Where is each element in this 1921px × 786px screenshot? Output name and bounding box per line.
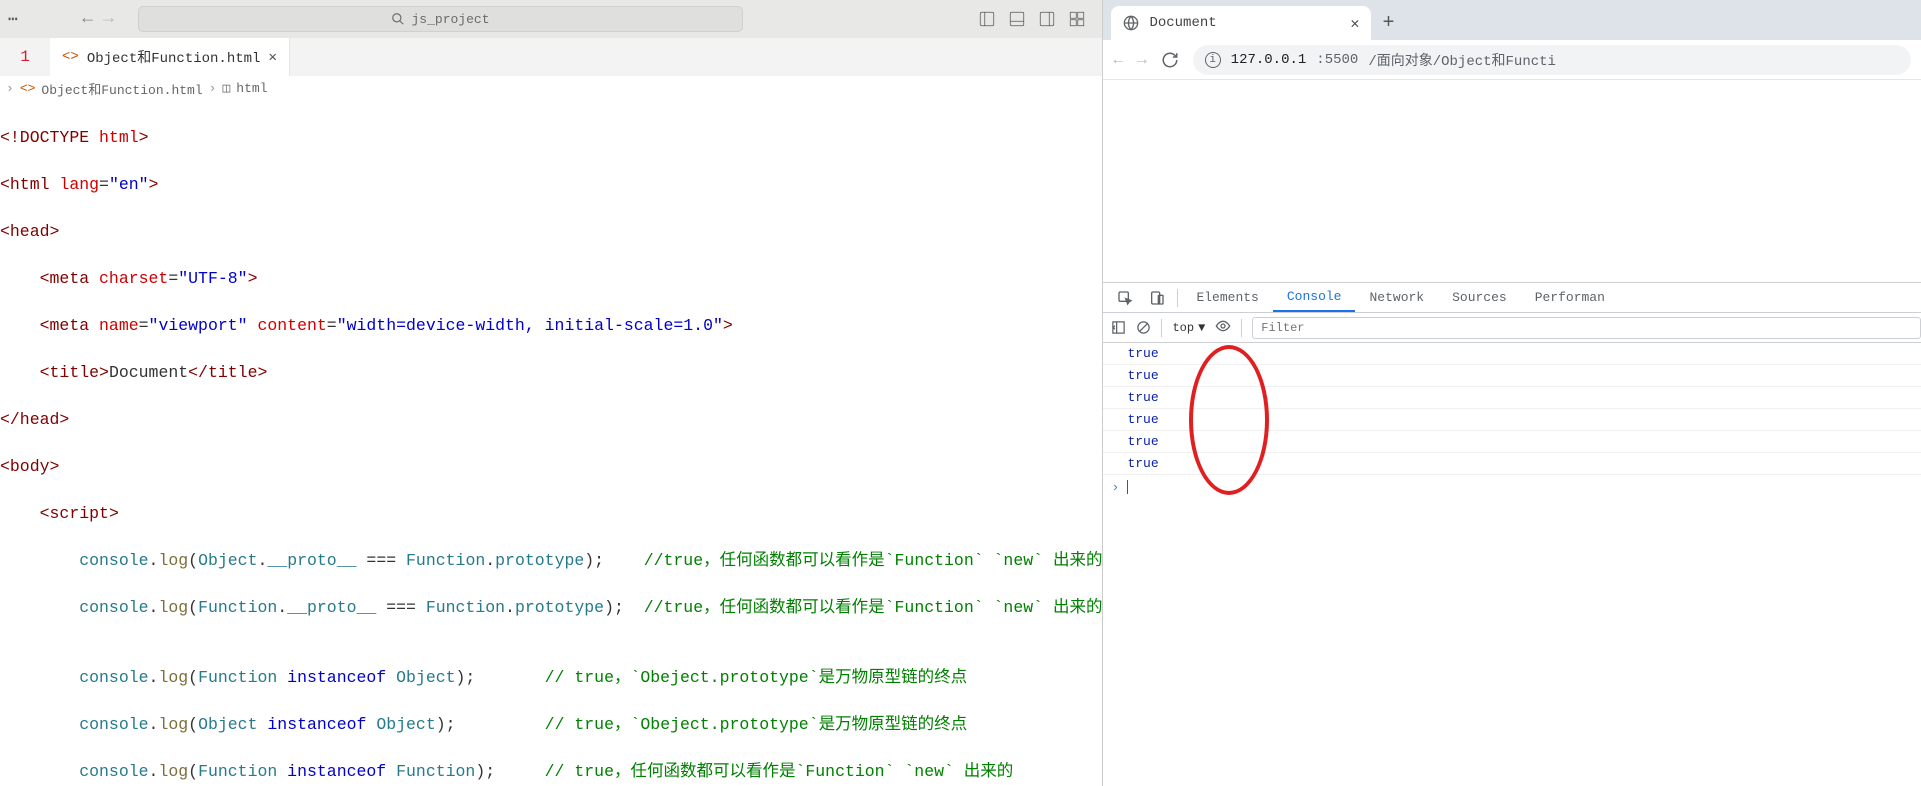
search-placeholder: js_project bbox=[411, 12, 489, 27]
live-expression-icon[interactable] bbox=[1215, 318, 1231, 338]
nav-arrows: ← → bbox=[68, 9, 128, 29]
tab-network[interactable]: Network bbox=[1355, 283, 1438, 312]
problem-indicator[interactable]: 1 bbox=[0, 38, 50, 76]
execution-context-select[interactable]: top ▼ bbox=[1172, 321, 1205, 335]
device-toggle-icon[interactable] bbox=[1141, 290, 1173, 306]
tab-label: Object和Function.html bbox=[87, 47, 261, 67]
address-bar[interactable]: i 127.0.0.1 :5500/面向对象/Object和Functi bbox=[1193, 45, 1911, 75]
reload-icon[interactable] bbox=[1161, 51, 1179, 69]
tab-sources[interactable]: Sources bbox=[1438, 283, 1521, 312]
breadcrumb-symbol: html bbox=[236, 81, 267, 96]
layout-controls bbox=[978, 10, 1094, 28]
chevron-right-icon: › bbox=[6, 81, 14, 96]
devtools: Elements Console Network Sources Perform… bbox=[1103, 282, 1921, 786]
tab-elements[interactable]: Elements bbox=[1182, 283, 1272, 312]
layout-custom-icon[interactable] bbox=[1068, 10, 1086, 28]
browser-tab[interactable]: Document ✕ bbox=[1111, 6, 1371, 40]
console-row: true bbox=[1103, 431, 1921, 453]
breadcrumb[interactable]: › <> Object和Function.html › ◫ html bbox=[0, 76, 1102, 100]
tab-performance[interactable]: Performan bbox=[1521, 283, 1619, 312]
url-path: /面向对象/Object和Functi bbox=[1368, 50, 1556, 70]
tab-bar: 1 <> Object和Function.html ✕ bbox=[0, 38, 1102, 76]
console-filter-input[interactable] bbox=[1252, 317, 1921, 339]
titlebar: ⋯ ← → js_project bbox=[0, 0, 1102, 38]
new-tab-button[interactable]: + bbox=[1371, 6, 1405, 40]
chrome-tabstrip: Document ✕ + bbox=[1103, 0, 1921, 40]
browser-toolbar: ← → i 127.0.0.1 :5500/面向对象/Object和Functi bbox=[1103, 40, 1921, 80]
nav-back-icon[interactable]: ← bbox=[82, 9, 93, 29]
vscode-window: ⋯ ← → js_project 1 <> Object和Function.ht… bbox=[0, 0, 1103, 786]
console-row: true bbox=[1103, 365, 1921, 387]
console-row: true bbox=[1103, 343, 1921, 365]
chevron-right-icon: › bbox=[1111, 480, 1119, 495]
tab-console[interactable]: Console bbox=[1273, 283, 1356, 312]
console-row: true bbox=[1103, 409, 1921, 431]
layout-sidebar-icon[interactable] bbox=[978, 10, 996, 28]
search-icon bbox=[391, 12, 405, 26]
layout-sidebar-right-icon[interactable] bbox=[1038, 10, 1056, 28]
menu-icon[interactable]: ⋯ bbox=[8, 9, 58, 29]
console-output: true true true true true true › bbox=[1103, 343, 1921, 786]
console-toolbar: top ▼ bbox=[1103, 313, 1921, 343]
devtools-tabs: Elements Console Network Sources Perform… bbox=[1103, 283, 1921, 313]
command-search[interactable]: js_project bbox=[138, 6, 743, 32]
browser-tab-title: Document bbox=[1149, 15, 1216, 31]
chrome-window: Document ✕ + ← → i 127.0.0.1 :5500/面向对象/O… bbox=[1103, 0, 1921, 786]
editor-tab[interactable]: <> Object和Function.html ✕ bbox=[50, 38, 290, 76]
browser-forward-icon[interactable]: → bbox=[1137, 51, 1147, 69]
console-sidebar-toggle-icon[interactable] bbox=[1111, 320, 1126, 335]
layout-panel-icon[interactable] bbox=[1008, 10, 1026, 28]
html-file-icon: <> bbox=[20, 81, 36, 96]
console-input[interactable]: › bbox=[1103, 475, 1921, 499]
url-port: :5500 bbox=[1316, 52, 1358, 68]
chevron-right-icon: › bbox=[209, 81, 217, 96]
console-row: true bbox=[1103, 453, 1921, 475]
browser-back-icon[interactable]: ← bbox=[1113, 51, 1123, 69]
symbol-icon: ◫ bbox=[222, 81, 230, 96]
close-tab-icon[interactable]: ✕ bbox=[268, 49, 276, 66]
nav-forward-icon[interactable]: → bbox=[103, 9, 114, 29]
page-viewport bbox=[1103, 80, 1921, 282]
globe-icon bbox=[1123, 15, 1139, 31]
site-info-icon[interactable]: i bbox=[1205, 52, 1221, 68]
breadcrumb-file: Object和Function.html bbox=[41, 79, 202, 98]
clear-console-icon[interactable] bbox=[1136, 320, 1151, 335]
html-file-icon: <> bbox=[62, 49, 79, 65]
chevron-down-icon: ▼ bbox=[1198, 321, 1205, 335]
url-host: 127.0.0.1 bbox=[1231, 52, 1307, 68]
code-editor[interactable]: <!DOCTYPE html> <html lang="en"> <head> … bbox=[0, 100, 1102, 786]
close-tab-icon[interactable]: ✕ bbox=[1350, 14, 1359, 33]
console-row: true bbox=[1103, 387, 1921, 409]
inspect-icon[interactable] bbox=[1109, 290, 1141, 306]
